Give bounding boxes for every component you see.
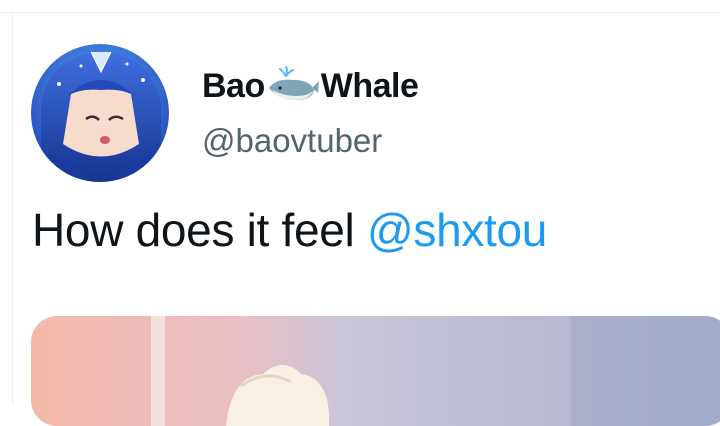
mention-link[interactable]: @shxtou [367,204,547,256]
author-handle[interactable]: @baovtuber [202,122,382,160]
tweet-text-body: How does it feel [32,204,367,256]
avatar-image [31,44,169,182]
tweet-card[interactable]: Bao Whale @baovtuber How does it feel @s… [0,0,720,426]
author-name-second: Whale [320,66,419,105]
author-name-first: Bao [202,66,265,105]
tweet-text: How does it feel @shxtou [32,203,547,257]
media-image [31,316,720,426]
author-avatar[interactable] [31,44,169,182]
author-name[interactable]: Bao Whale [202,66,419,106]
whale-emoji-icon [266,66,320,106]
tweet-media[interactable] [31,316,720,426]
